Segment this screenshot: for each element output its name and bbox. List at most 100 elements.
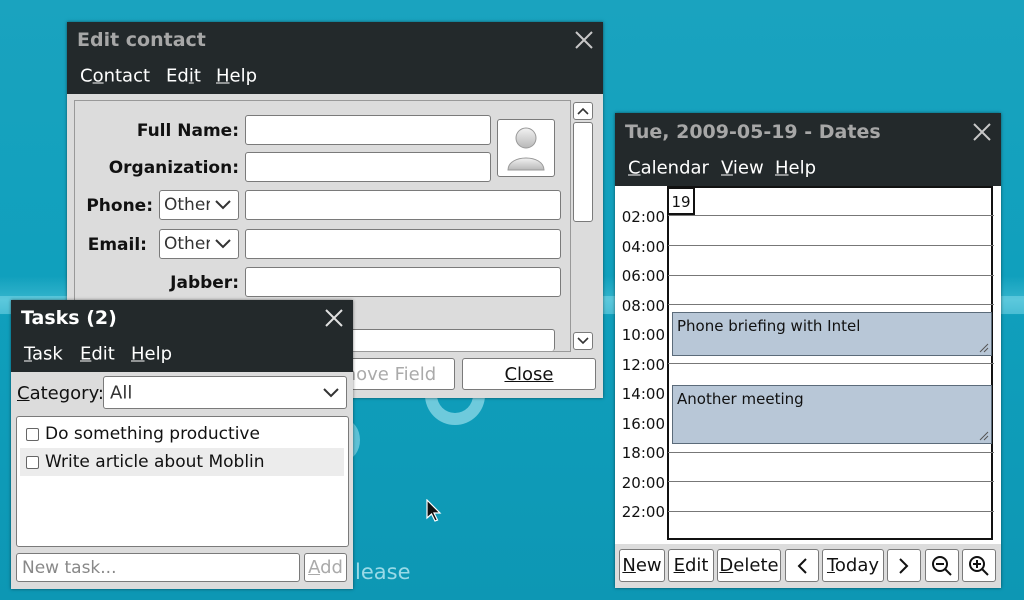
scroll-thumb[interactable]	[573, 122, 593, 222]
email-field[interactable]	[245, 229, 561, 259]
person-icon	[507, 127, 545, 171]
event-title: Phone briefing with Intel	[677, 317, 861, 335]
menu-edit[interactable]: Edit	[80, 344, 115, 365]
organization-label: Organization:	[108, 158, 239, 178]
zoom-out-icon	[932, 555, 952, 576]
chevron-down-icon	[577, 337, 589, 345]
menu-view[interactable]: View	[721, 158, 764, 179]
category-combo[interactable]: All	[103, 376, 347, 409]
tasks-menubar: Task Edit Help	[11, 336, 353, 372]
menu-calendar[interactable]: Calendar	[628, 158, 709, 179]
contact-photo-button[interactable]	[497, 119, 555, 177]
hour-label: 02:00	[621, 208, 665, 226]
day-view[interactable]: 19 02:00 04:00 06:00 08:00 10:00 12:00 1…	[615, 186, 1001, 544]
window-title: Edit contact	[77, 29, 206, 51]
menu-task[interactable]: Task	[24, 344, 63, 365]
close-button[interactable]: Close	[462, 358, 596, 390]
hour-gridline	[668, 275, 994, 276]
hour-gridline	[668, 481, 994, 482]
task-text: Do something productive	[45, 424, 260, 444]
scroll-up-button[interactable]	[573, 102, 593, 120]
dates-menubar: Calendar View Help	[615, 150, 1001, 186]
chevron-down-icon	[323, 387, 339, 397]
scroll-down-button[interactable]	[573, 332, 593, 350]
chevron-right-icon	[899, 557, 909, 574]
menu-help[interactable]: Help	[131, 344, 172, 365]
close-icon[interactable]	[573, 29, 595, 51]
list-item[interactable]: Do something productive	[20, 420, 344, 448]
hour-gridline	[668, 452, 994, 453]
hour-label: 04:00	[621, 238, 665, 256]
add-task-button[interactable]: Add	[304, 553, 347, 582]
next-day-button[interactable]	[887, 549, 921, 582]
menu-help[interactable]: Help	[216, 66, 257, 87]
category-label: Category:	[17, 383, 104, 404]
hour-label: 06:00	[621, 267, 665, 285]
day-number-box: 19	[667, 187, 695, 215]
resize-grip-icon[interactable]	[977, 429, 989, 441]
hour-labels: 02:00 04:00 06:00 08:00 10:00 12:00 14:0…	[615, 186, 667, 540]
edit-event-button[interactable]: Edit	[668, 549, 714, 582]
hour-label: 10:00	[621, 326, 665, 344]
hour-label: 14:00	[621, 385, 665, 403]
task-list[interactable]: Do something productive Write article ab…	[16, 416, 349, 547]
hour-label: 18:00	[621, 444, 665, 462]
phone-field[interactable]	[245, 190, 561, 220]
jabber-field[interactable]	[245, 267, 561, 297]
previous-day-button[interactable]	[785, 549, 819, 582]
edit-contact-titlebar[interactable]: Edit contact	[67, 22, 603, 58]
hour-label: 12:00	[621, 356, 665, 374]
hour-gridline	[668, 245, 994, 246]
task-checkbox[interactable]	[26, 428, 39, 441]
jabber-label: Jabber:	[170, 273, 239, 293]
list-item[interactable]: Write article about Moblin	[20, 448, 344, 476]
zoom-out-button[interactable]	[925, 549, 959, 582]
window-title: Tue, 2009-05-19 - Dates	[625, 120, 881, 143]
new-event-button[interactable]: New	[619, 549, 665, 582]
hour-label: 22:00	[621, 503, 665, 521]
zoom-in-button[interactable]	[962, 549, 996, 582]
full-name-label: Full Name:	[136, 121, 239, 141]
close-icon[interactable]	[323, 307, 345, 329]
dates-window: Tue, 2009-05-19 - Dates Calendar View He…	[615, 113, 1001, 588]
hour-gridline	[668, 215, 994, 216]
chevron-left-icon	[797, 557, 807, 574]
email-type-combo[interactable]: Other	[159, 229, 239, 259]
edit-contact-menubar: Contact Edit Help	[67, 58, 603, 94]
tasks-window: Tasks (2) Task Edit Help Category: All D…	[11, 300, 353, 589]
phone-type-combo[interactable]: Other	[159, 190, 239, 220]
hour-label: 20:00	[621, 474, 665, 492]
hour-gridline	[668, 363, 994, 364]
dates-titlebar[interactable]: Tue, 2009-05-19 - Dates	[615, 113, 1001, 150]
menu-help[interactable]: Help	[775, 158, 816, 179]
event-block[interactable]: Phone briefing with Intel	[672, 312, 992, 356]
hour-label: 16:00	[621, 415, 665, 433]
task-checkbox[interactable]	[26, 456, 39, 469]
chevron-down-icon	[215, 200, 231, 210]
today-button[interactable]: Today	[822, 549, 884, 582]
menu-contact[interactable]: Contact	[80, 66, 150, 87]
hour-gridline	[668, 511, 994, 512]
desktop-background-text: lease	[355, 560, 411, 584]
delete-event-button[interactable]: Delete	[717, 549, 781, 582]
hour-label: 08:00	[621, 297, 665, 315]
full-name-field[interactable]	[245, 115, 491, 145]
tasks-titlebar[interactable]: Tasks (2)	[11, 300, 353, 336]
zoom-in-icon	[969, 555, 989, 576]
new-task-placeholder: New task...	[22, 558, 117, 578]
form-scrollbar[interactable]	[573, 102, 595, 350]
resize-grip-icon[interactable]	[977, 341, 989, 353]
chevron-up-icon	[577, 107, 589, 115]
chevron-down-icon	[215, 239, 231, 249]
hour-gridline	[668, 304, 994, 305]
event-title: Another meeting	[677, 390, 804, 408]
task-text: Write article about Moblin	[45, 452, 265, 472]
organization-field[interactable]	[245, 152, 491, 182]
menu-edit[interactable]: Edit	[166, 66, 201, 87]
new-task-input[interactable]: New task...	[16, 553, 300, 582]
close-icon[interactable]	[971, 121, 993, 143]
phone-label: Phone:	[86, 196, 153, 216]
email-label: Email:	[87, 235, 147, 255]
window-title: Tasks (2)	[21, 307, 117, 329]
event-block[interactable]: Another meeting	[672, 385, 992, 444]
